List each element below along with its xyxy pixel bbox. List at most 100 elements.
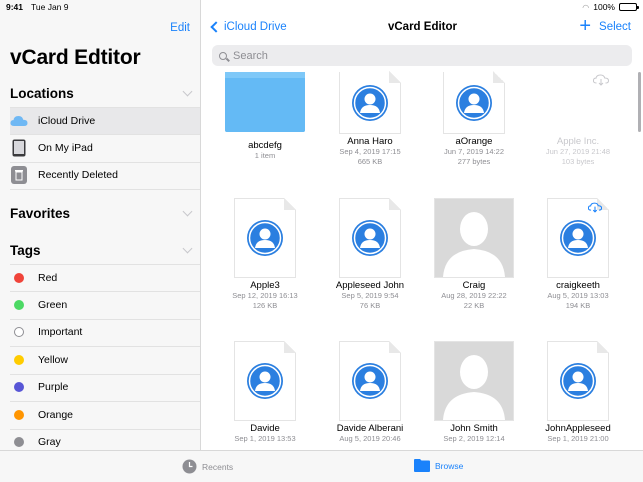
sidebar-tag-purple[interactable]: Purple (10, 374, 200, 402)
file-name: abcdefg (248, 140, 282, 151)
tab-label: Recents (202, 461, 234, 472)
tag-label: Important (38, 326, 83, 339)
vcard-thumbnail (443, 71, 505, 134)
tab-recents[interactable]: Recents (182, 459, 233, 474)
chevron-down-icon[interactable] (182, 243, 193, 254)
sidebar-item-recently-deleted[interactable]: Recently Deleted (10, 162, 200, 190)
file-name: Davide Alberani (336, 423, 404, 434)
contact-avatar-icon (352, 363, 388, 399)
file-name: Davide (250, 423, 280, 434)
cloud-download-icon (593, 74, 609, 86)
file-name: craigkeeth (556, 280, 600, 291)
file-item[interactable]: Anna Haro Sep 4, 2019 17:15 665 KB (320, 71, 420, 167)
vcard-thumbnail (234, 198, 296, 278)
sidebar-tag-red[interactable]: Red (10, 264, 200, 292)
file-item[interactable]: Craig Aug 28, 2019 22:22 22 KB (424, 198, 524, 311)
tag-label: Yellow (38, 354, 68, 367)
file-item[interactable]: John Smith Sep 2, 2019 12:14 (424, 341, 524, 444)
tag-label: Orange (38, 409, 74, 422)
tag-label: Purple (38, 381, 69, 394)
locations-header[interactable]: Locations (10, 86, 193, 101)
file-date: Aug 28, 2019 22:22 (441, 291, 507, 300)
yellow-tag-dot-icon (14, 355, 24, 366)
clock-icon (182, 459, 197, 474)
sidebar-tag-gray[interactable]: Gray (10, 429, 200, 450)
battery-percent: 100% (593, 2, 615, 12)
battery-icon (619, 3, 639, 11)
tag-label: Red (38, 271, 58, 284)
cloud-placeholder (547, 72, 609, 134)
tab-label: Browse (435, 460, 464, 471)
file-item[interactable]: aOrange Jun 7, 2019 14:22 277 bytes (424, 71, 524, 167)
edit-button[interactable]: Edit (170, 22, 190, 34)
status-date: Tue Jan 9 (31, 2, 69, 12)
chevron-down-icon[interactable] (182, 206, 193, 217)
file-date: Jun 7, 2019 14:22 (443, 147, 505, 156)
contact-photo (434, 341, 514, 421)
contact-avatar-icon (456, 84, 492, 121)
file-size: 103 bytes (561, 157, 595, 166)
nav-bar: iCloud Drive vCard Editor + Select (202, 14, 643, 42)
tag-label: Gray (38, 436, 61, 449)
sidebar-tag-yellow[interactable]: Yellow (10, 347, 200, 375)
file-date: Sep 4, 2019 17:15 (339, 147, 401, 156)
file-item[interactable]: Apple3 Sep 12, 2019 16:13 126 KB (215, 198, 315, 311)
contact-avatar-icon (247, 220, 283, 256)
person-silhouette-icon (443, 355, 505, 420)
add-button[interactable]: + (579, 16, 591, 36)
wifi-icon: ◠ (582, 2, 590, 12)
cloud-download-icon[interactable] (588, 202, 602, 213)
browser-pane: iCloud Drive vCard Editor + Select Searc… (202, 0, 643, 450)
contact-avatar-icon (352, 220, 388, 256)
file-date: Jun 27, 2019 21:48 (545, 147, 611, 156)
file-size: 194 KB (565, 301, 591, 310)
page-title: vCard Editor (387, 21, 457, 33)
search-input[interactable]: Search (212, 45, 632, 66)
sidebar-tag-orange[interactable]: Orange (10, 402, 200, 430)
green-tag-dot-icon (14, 300, 24, 311)
sidebar-item-label: On My iPad (38, 142, 93, 155)
vcard-thumbnail (547, 198, 609, 278)
file-meta: 1 item (254, 151, 276, 160)
sidebar-tag-green[interactable]: Green (10, 292, 200, 320)
file-name: aOrange (455, 136, 493, 147)
select-button[interactable]: Select (599, 21, 631, 33)
tab-browse[interactable]: Browse (414, 459, 463, 472)
tab-bar: Recents Browse (0, 450, 643, 482)
contact-avatar-icon (560, 363, 596, 399)
scrollbar[interactable] (638, 72, 641, 132)
file-size: 22 KB (463, 301, 485, 310)
favorites-header[interactable]: Favorites (10, 206, 193, 221)
file-date: Sep 1, 2019 21:00 (547, 434, 609, 443)
person-silhouette-icon (443, 212, 505, 277)
file-item[interactable]: Apple Inc. Jun 27, 2019 21:48 103 bytes (528, 72, 628, 167)
file-item[interactable]: Davide Alberani Aug 5, 2019 20:46 (320, 341, 420, 444)
file-name: Apple3 (250, 280, 280, 291)
file-name: Anna Haro (347, 136, 393, 147)
chevron-down-icon[interactable] (182, 86, 193, 97)
sidebar-item-label: iCloud Drive (38, 114, 96, 127)
sidebar-item-on-my-ipad[interactable]: On My iPad (10, 135, 200, 163)
sidebar-tag-important[interactable]: Important (10, 319, 200, 347)
contact-photo (434, 198, 514, 278)
vcard-thumbnail (547, 341, 609, 421)
file-size: 126 KB (252, 301, 278, 310)
file-item[interactable]: craigkeeth Aug 5, 2019 13:03 194 KB (528, 198, 628, 311)
file-date: Aug 5, 2019 20:46 (339, 434, 401, 443)
file-item[interactable]: Davide Sep 1, 2019 13:53 (215, 341, 315, 444)
file-date: Sep 12, 2019 16:13 (232, 291, 298, 300)
file-item[interactable]: Appleseed John Sep 5, 2019 9:54 76 KB (320, 198, 420, 311)
file-item[interactable]: abcdefg 1 item (215, 72, 315, 161)
file-date: Aug 5, 2019 13:03 (547, 291, 609, 300)
tags-title: Tags (10, 243, 41, 258)
sidebar-item-icloud-drive[interactable]: iCloud Drive (10, 107, 200, 135)
search-placeholder: Search (233, 49, 268, 62)
orange-tag-dot-icon (14, 410, 24, 421)
contact-avatar-icon (247, 363, 283, 399)
sidebar: Edit vCard Edtitor Locations iCloud Driv… (0, 0, 201, 450)
tags-header[interactable]: Tags (10, 243, 193, 258)
favorites-title: Favorites (10, 206, 71, 221)
file-name: Appleseed John (335, 280, 405, 291)
file-item[interactable]: JohnAppleseed Sep 1, 2019 21:00 (528, 341, 628, 444)
folder-icon (225, 72, 305, 132)
